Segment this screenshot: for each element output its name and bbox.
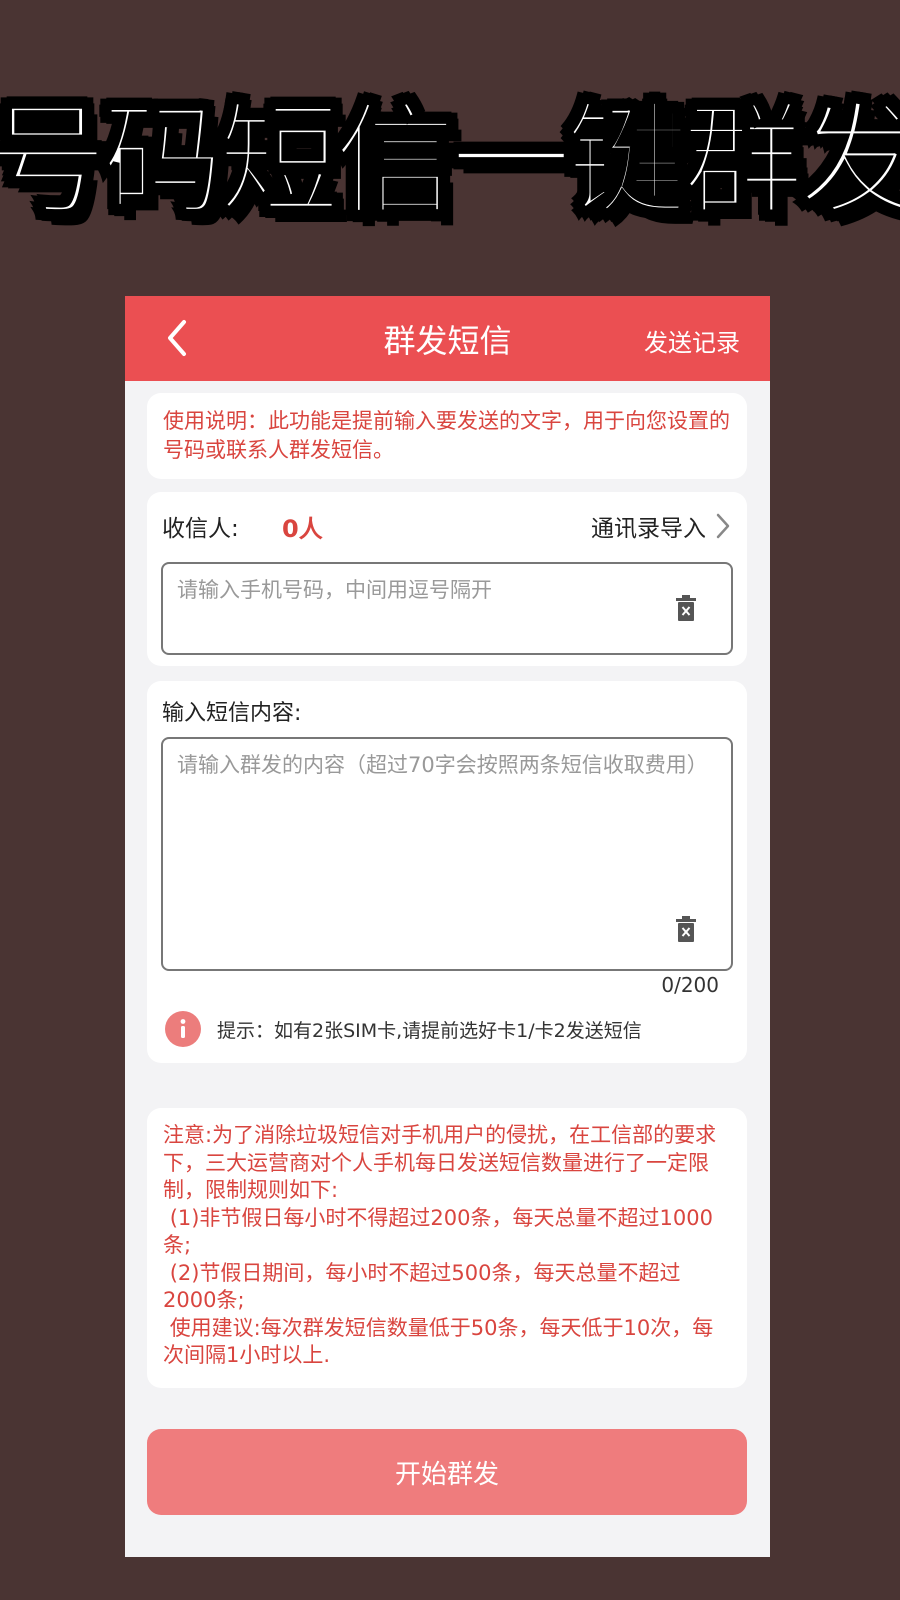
message-content-placeholder: 请输入群发的内容（超过70字会按照两条短信收取费用） bbox=[177, 753, 708, 777]
recipient-card: 收信人: 0人 通讯录导入 请输入手机号码，中间用逗号隔开 bbox=[147, 492, 747, 666]
phone-number-placeholder: 请输入手机号码，中间用逗号隔开 bbox=[177, 578, 492, 602]
message-content-card: 输入短信内容: 请输入群发的内容（超过70字会按照两条短信收取费用） 0/200 bbox=[147, 681, 747, 1063]
instructions-text: 使用说明：此功能是提前输入要发送的文字，用于向您设置的号码或联系人群发短信。 bbox=[163, 409, 730, 462]
recipient-row: 收信人: 0人 通讯录导入 bbox=[162, 509, 732, 543]
promo-banner: 号码短信一键群发 bbox=[0, 80, 900, 233]
phone-number-input[interactable]: 请输入手机号码，中间用逗号隔开 bbox=[161, 562, 733, 655]
back-button[interactable] bbox=[155, 316, 199, 360]
character-counter: 0/200 bbox=[661, 973, 719, 997]
page-title: 群发短信 bbox=[383, 321, 512, 360]
trash-icon bbox=[676, 595, 696, 621]
notice-text: 注意:为了消除垃圾短信对手机用户的侵扰，在工信部的要求下，三大运营商对个人手机每… bbox=[163, 1123, 717, 1367]
recipient-count: 0人 bbox=[282, 514, 323, 543]
start-send-button[interactable]: 开始群发 bbox=[147, 1429, 747, 1515]
info-glyph bbox=[180, 1019, 186, 1038]
app-header: 群发短信 发送记录 bbox=[125, 296, 770, 381]
message-content-input[interactable]: 请输入群发的内容（超过70字会按照两条短信收取费用） bbox=[161, 737, 733, 971]
sim-tip: 提示：如有2张SIM卡,请提前选好卡1/卡2发送短信 bbox=[165, 1011, 642, 1047]
app-screen: 群发短信 发送记录 使用说明：此功能是提前输入要发送的文字，用于向您设置的号码或… bbox=[125, 296, 770, 1557]
tip-text: 提示：如有2张SIM卡,请提前选好卡1/卡2发送短信 bbox=[217, 1019, 642, 1042]
trash-icon bbox=[676, 916, 696, 942]
info-icon bbox=[165, 1011, 201, 1047]
clear-content-button[interactable] bbox=[675, 915, 697, 943]
clear-phone-button[interactable] bbox=[675, 594, 697, 622]
banner-title: 号码短信一键群发 bbox=[0, 88, 900, 233]
send-records-link[interactable]: 发送记录 bbox=[644, 323, 740, 358]
instructions-card: 使用说明：此功能是提前输入要发送的文字，用于向您设置的号码或联系人群发短信。 bbox=[147, 393, 747, 479]
chevron-left-icon bbox=[168, 320, 186, 356]
content-label: 输入短信内容: bbox=[162, 701, 302, 726]
notice-card: 注意:为了消除垃圾短信对手机用户的侵扰，在工信部的要求下，三大运营商对个人手机每… bbox=[147, 1108, 747, 1388]
import-contacts-button[interactable]: 通讯录导入 bbox=[591, 509, 732, 543]
chevron-right-icon bbox=[716, 513, 730, 539]
recipient-label: 收信人: bbox=[162, 516, 239, 542]
import-contacts-label: 通讯录导入 bbox=[591, 516, 706, 542]
